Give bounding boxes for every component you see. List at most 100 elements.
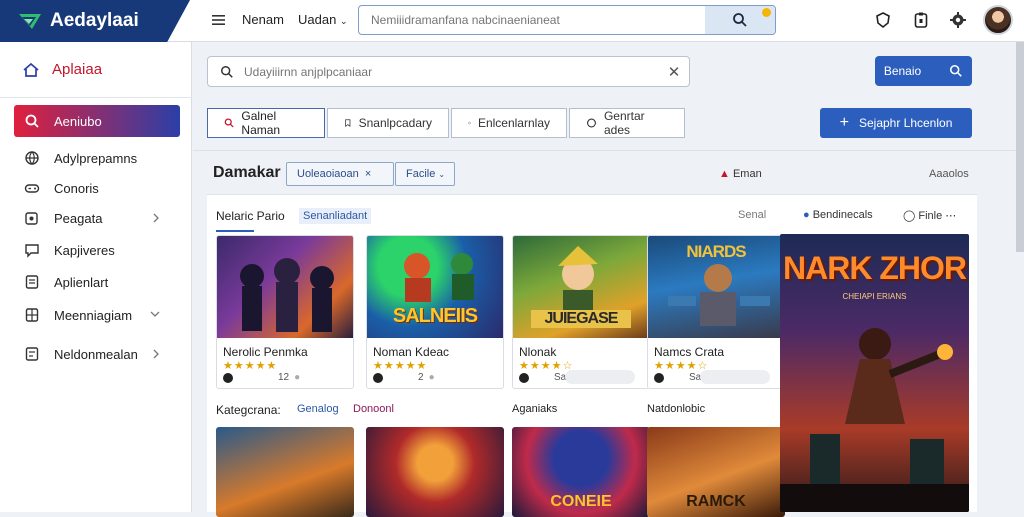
category-label: Kategcrana: bbox=[216, 403, 281, 417]
panel-header-a[interactable]: Senal bbox=[738, 209, 766, 221]
game-thumbnail: NIARDS bbox=[648, 236, 784, 338]
panel-header-b[interactable]: ● Bendinecals bbox=[803, 209, 873, 221]
sidebar-item-label: Meenniagiam bbox=[54, 307, 133, 323]
panel-title: Nelaric Pario bbox=[216, 209, 285, 223]
sidebar-item-aeniubo[interactable]: Aeniubo bbox=[14, 105, 180, 137]
game-card-7[interactable]: CONEIE bbox=[512, 427, 650, 517]
sidebar-item-peagata[interactable]: Peagata bbox=[14, 204, 180, 232]
game-card-3[interactable]: JUIEGASE Nlonak ★★★★☆ Sa Db● bbox=[512, 235, 650, 389]
heroes-art-icon bbox=[240, 258, 334, 332]
filter-select-2[interactable]: Facile ⌄ bbox=[395, 162, 455, 186]
active-underline bbox=[216, 230, 254, 232]
tab-3[interactable]: Enlcenlarnlay bbox=[451, 108, 567, 138]
search-icon bbox=[733, 13, 747, 27]
sidebar-header[interactable]: Aplaiaa bbox=[0, 42, 192, 98]
card-title: Namcs Crata bbox=[654, 345, 725, 359]
category-tag-1[interactable]: Genalog bbox=[297, 403, 339, 415]
filter-select-1[interactable]: Uoleaoiaoan × bbox=[286, 162, 394, 186]
circle-icon: ● bbox=[294, 372, 301, 383]
clear-icon[interactable]: ✕ bbox=[659, 63, 689, 81]
progress-pill bbox=[700, 370, 770, 384]
rating-stars: ★★★★☆ bbox=[654, 359, 708, 372]
card-art-title: SALNEIIS bbox=[392, 305, 478, 327]
category-tag-3[interactable]: Aganiaks bbox=[512, 403, 557, 415]
tab-label: Genrtar ades bbox=[603, 109, 645, 137]
panel-header-c[interactable]: ◯ Finle ⋯ bbox=[903, 209, 956, 222]
game-thumbnail: JUIEGASE bbox=[513, 236, 649, 338]
tab-label: Galnel Naman bbox=[241, 109, 281, 137]
category-tag-2[interactable]: Donoonl bbox=[353, 403, 394, 415]
game-card-1[interactable]: Nerolic Penmka ★★★★★ 12 ● bbox=[216, 235, 354, 389]
panel-tag[interactable]: Senanliadant bbox=[299, 208, 372, 224]
app-brand[interactable]: Aedaylaai bbox=[0, 0, 190, 42]
game-card-6[interactable] bbox=[366, 427, 504, 517]
sort-control[interactable]: ▲ Eman bbox=[719, 168, 762, 180]
card-art-title: RAMCK bbox=[686, 493, 746, 510]
shield-icon[interactable] bbox=[874, 11, 892, 29]
sidebar-item-adylprepamns[interactable]: Adylprepamns bbox=[14, 144, 180, 172]
game-card-4[interactable]: NIARDS Namcs Crata ★★★★☆ Sa Db● bbox=[647, 235, 785, 389]
sidebar-item-conoris[interactable]: Conoris bbox=[14, 174, 180, 202]
topnav-item-2-label: Uadan bbox=[298, 12, 337, 27]
filter-select-2-value: Facile bbox=[406, 168, 436, 180]
tab-label: Enlcenlarnlay bbox=[477, 116, 550, 130]
scrollbar[interactable] bbox=[1016, 42, 1024, 252]
circle-icon: ◯ bbox=[903, 210, 916, 222]
notification-dot bbox=[762, 8, 771, 17]
divider bbox=[193, 150, 1024, 151]
view-all-link[interactable]: Aaaolos bbox=[929, 168, 969, 180]
sidebar-item-aplienlart[interactable]: Aplienlart bbox=[14, 268, 180, 296]
panel-header-b-label: Bendinecals bbox=[812, 209, 873, 221]
game-card-2[interactable]: SALNEIIS Noman Kdeac ★★★★★ 2 ● bbox=[366, 235, 504, 389]
avatar[interactable] bbox=[983, 5, 1013, 35]
logo-icon bbox=[19, 14, 41, 29]
progress-pill bbox=[565, 370, 635, 384]
platform-icon bbox=[373, 372, 383, 383]
game-card-5[interactable] bbox=[216, 427, 354, 517]
game-card-8[interactable]: RAMCK bbox=[647, 427, 785, 517]
chevron-down-icon: ⌄ bbox=[339, 16, 348, 26]
close-icon: × bbox=[364, 168, 372, 180]
circle-icon bbox=[468, 121, 471, 125]
chat-icon bbox=[25, 244, 39, 258]
chevron-down-icon bbox=[150, 311, 160, 317]
create-button[interactable]: + Sejaphr Lhcenlon bbox=[820, 108, 972, 138]
featured-banner[interactable]: NARK ZHOR CHEIAPI ERIANS bbox=[780, 234, 969, 512]
sidebar-item-neldonmealan[interactable]: Neldonmealan bbox=[14, 340, 180, 368]
tab-2[interactable]: Snanlpcadary bbox=[327, 108, 449, 138]
sort-control-label: Eman bbox=[732, 168, 762, 180]
sidebar-item-label: Aplienlart bbox=[54, 274, 109, 290]
tab-1[interactable]: Galnel Naman bbox=[207, 108, 325, 138]
main-search-input[interactable] bbox=[244, 64, 659, 79]
battle-scene-icon bbox=[780, 328, 969, 512]
go-button[interactable]: Benaio bbox=[875, 56, 972, 86]
category-tag-4[interactable]: Natdonlobic bbox=[647, 403, 705, 415]
create-button-label: Sejaphr Lhcenlon bbox=[858, 116, 953, 130]
list-icon bbox=[25, 347, 39, 361]
sidebar-header-label: Aplaiaa bbox=[52, 61, 103, 78]
tab-4[interactable]: Genrtar ades bbox=[569, 108, 685, 138]
top-bar: Aedaylaai Nenam Uadan ⌄ bbox=[0, 0, 1024, 42]
clipboard-icon[interactable] bbox=[912, 11, 930, 29]
menu-icon[interactable] bbox=[210, 11, 228, 29]
sidebar-item-kapjiveres[interactable]: Kapjiveres bbox=[14, 236, 180, 264]
user-icon: ● bbox=[803, 209, 810, 221]
topnav-item-1[interactable]: Nenam bbox=[242, 12, 284, 27]
platform-icon bbox=[223, 372, 233, 383]
main-search: ✕ bbox=[207, 56, 690, 87]
sidebar-item-label: Peagata bbox=[54, 210, 103, 226]
home-icon bbox=[23, 62, 39, 77]
sidebar-item-meenniagiam[interactable]: Meenniagiam bbox=[14, 301, 180, 329]
game-thumbnail: SALNEIIS bbox=[367, 236, 503, 338]
platform-icon bbox=[519, 372, 529, 383]
sidebar: Aplaiaa Aeniubo Adylprepamns Conoris Pea… bbox=[0, 42, 192, 512]
top-search-input[interactable] bbox=[359, 6, 704, 34]
sidebar-item-label: Kapjiveres bbox=[54, 242, 115, 258]
topnav-item-2[interactable]: Uadan ⌄ bbox=[298, 12, 347, 27]
gear-icon[interactable] bbox=[949, 11, 967, 29]
puzzle-icon bbox=[25, 212, 38, 225]
card-count: 12 bbox=[278, 372, 290, 383]
chevron-down-icon: ⌄ bbox=[438, 169, 446, 179]
document-icon bbox=[25, 275, 39, 289]
panel-header-c-label: Finle bbox=[918, 210, 943, 222]
